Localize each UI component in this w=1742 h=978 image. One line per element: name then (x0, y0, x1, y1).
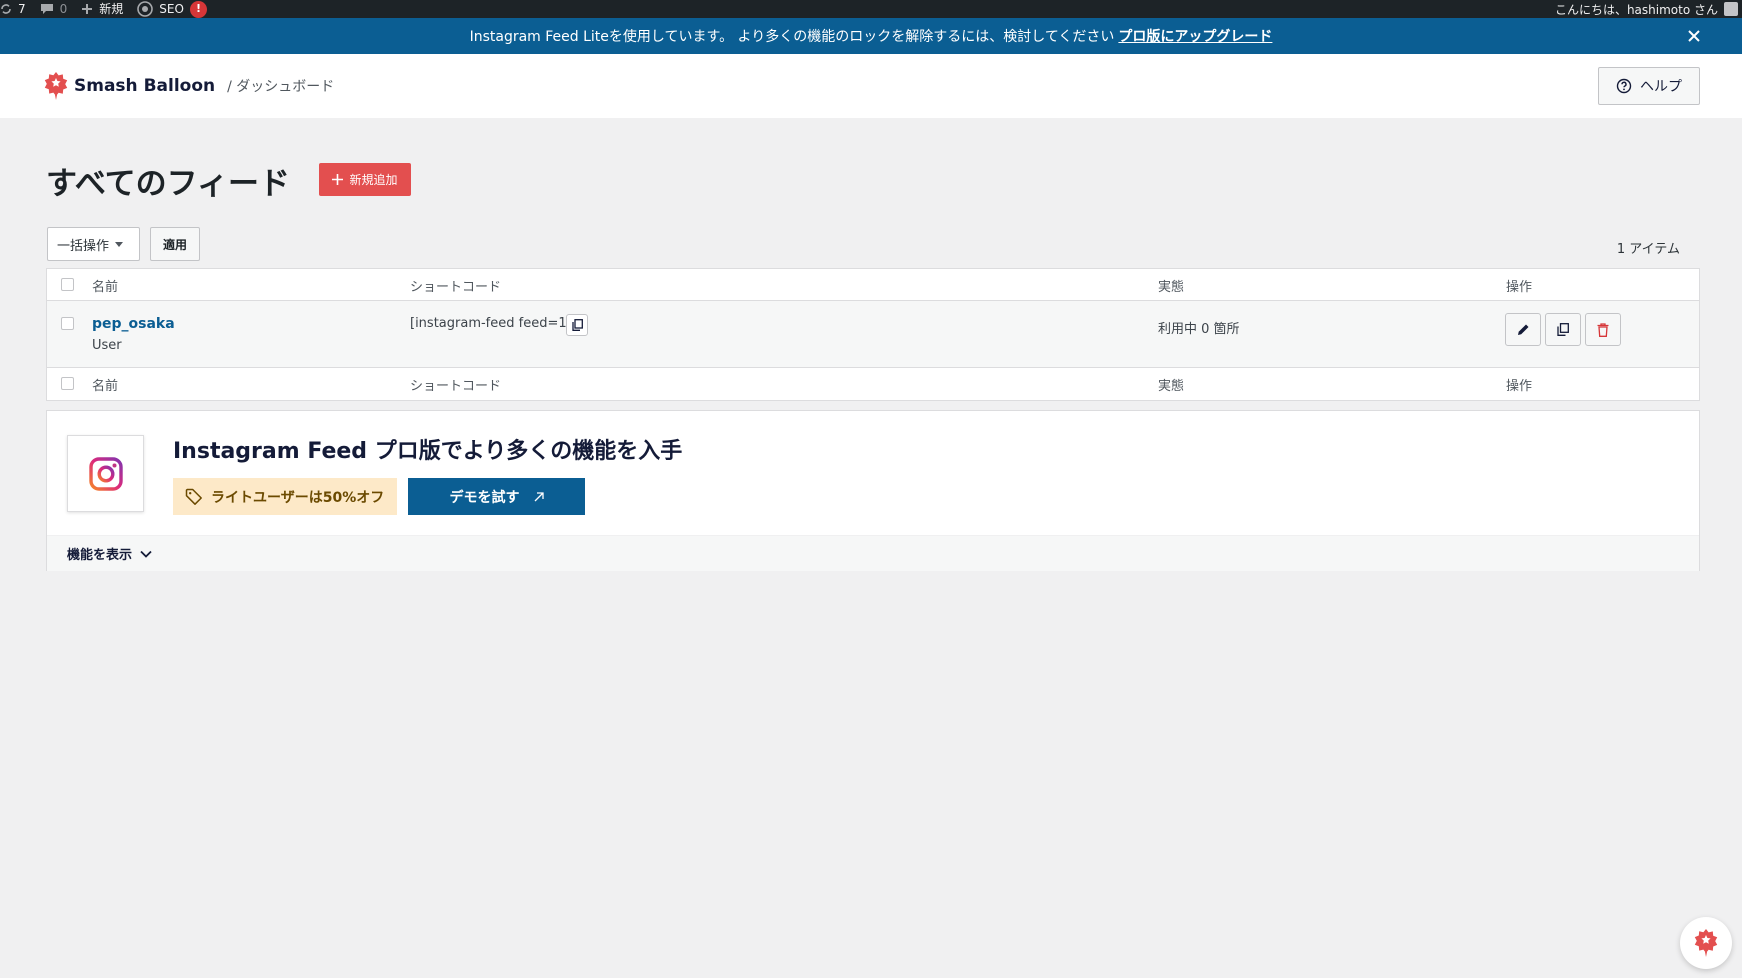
trash-icon (1597, 322, 1609, 337)
upgrade-link[interactable]: プロ版にアップグレード (1118, 26, 1272, 46)
column-header-actions: 操作 (1506, 280, 1533, 295)
show-features-toggle[interactable]: 機能を表示 (47, 535, 1699, 571)
update-icon (1, 4, 11, 14)
plus-icon (82, 4, 93, 14)
greeting-text[interactable]: こんにちは、hashimoto さん (1555, 1, 1718, 18)
smash-balloon-floating-button[interactable] (1680, 917, 1732, 969)
instagram-logo-box (67, 435, 144, 512)
page-title: すべてのフィード (46, 166, 290, 202)
delete-feed-button[interactable] (1585, 313, 1621, 346)
copy-icon (571, 319, 583, 331)
table-row: pep_osaka User [instagram-feed feed=1] 利… (47, 301, 1699, 368)
column-footer-actions: 操作 (1506, 379, 1533, 394)
feeds-table: 名前 ショートコード 実態 操作 pep_osaka User [instagr… (46, 268, 1700, 401)
column-footer-status: 実態 (1158, 379, 1185, 394)
column-header-name: 名前 (92, 280, 119, 295)
duplicate-icon (1557, 323, 1569, 336)
table-footer-row: 名前 ショートコード 実態 操作 (47, 368, 1699, 400)
row-checkbox[interactable] (61, 317, 74, 330)
help-button[interactable]: ヘルプ (1598, 67, 1700, 105)
table-header-row: 名前 ショートコード 実態 操作 (47, 269, 1699, 301)
feed-status: 利用中 0 箇所 (1158, 322, 1240, 337)
seo-gear-icon (137, 1, 154, 17)
external-arrow-icon (534, 491, 544, 501)
admin-bar: 7 0 新規 SEO ! こんにちは、hashimoto さん (0, 0, 1742, 18)
updates-item[interactable]: 7 (0, 0, 26, 18)
apply-button[interactable]: 適用 (150, 227, 200, 261)
upgrade-notice: Instagram Feed Liteを使用しています。 より多くの機能のロック… (0, 18, 1742, 54)
smash-balloon-logo-icon (1694, 929, 1718, 957)
select-all-checkbox-footer[interactable] (61, 377, 74, 390)
feed-type: User (92, 338, 122, 353)
seo-alert-badge: ! (189, 0, 207, 18)
comment-icon (40, 4, 53, 14)
column-header-status: 実態 (1158, 280, 1185, 295)
promo-title: Instagram Feed プロ版でより多くの機能を入手 (173, 439, 683, 464)
demo-label: デモを試す (449, 489, 520, 506)
caret-down-icon (115, 241, 124, 247)
brand-name: Smash Balloon (74, 76, 216, 96)
column-header-shortcode: ショートコード (410, 280, 502, 295)
bulk-select-label: 一括操作 (57, 238, 110, 254)
edit-feed-button[interactable] (1505, 313, 1541, 346)
comments-count: 0 (59, 2, 68, 16)
help-label: ヘルプ (1640, 79, 1682, 95)
close-icon (1688, 30, 1700, 42)
plus-icon (332, 174, 344, 185)
item-count: 1 アイテム (1616, 242, 1680, 257)
instagram-icon (88, 456, 123, 491)
column-footer-name: 名前 (92, 379, 119, 394)
feed-shortcode: [instagram-feed feed=1] (410, 316, 572, 331)
pro-upgrade-promo: Instagram Feed プロ版でより多くの機能を入手 ライトユーザーは50… (46, 410, 1700, 571)
duplicate-feed-button[interactable] (1545, 313, 1581, 346)
breadcrumb: / ダッシュボード (227, 79, 335, 95)
features-label: 機能を表示 (67, 548, 133, 563)
feed-name-link[interactable]: pep_osaka (92, 316, 175, 332)
copy-shortcode-button[interactable] (566, 314, 588, 336)
user-avatar[interactable] (1724, 2, 1738, 16)
pencil-icon (1517, 324, 1528, 335)
tag-icon (185, 488, 202, 505)
updates-count: 7 (18, 2, 26, 16)
add-new-button[interactable]: 新規追加 (319, 163, 411, 196)
select-all-checkbox[interactable] (61, 278, 74, 291)
bulk-action-select[interactable]: 一括操作 (47, 227, 140, 261)
try-demo-button[interactable]: デモを試す (408, 478, 585, 515)
comments-item[interactable]: 0 (40, 0, 68, 18)
seo-label: SEO (159, 2, 184, 16)
notice-text: Instagram Feed Liteを使用しています。 より多くの機能のロック… (469, 29, 1115, 45)
new-item[interactable]: 新規 (81, 0, 123, 18)
notice-close-button[interactable] (1684, 26, 1704, 46)
chevron-down-icon (140, 550, 152, 558)
seo-item[interactable]: SEO ! (137, 0, 207, 18)
add-new-label: 新規追加 (349, 173, 398, 187)
brand: Smash Balloon / ダッシュボード (44, 71, 334, 101)
question-icon (1616, 78, 1632, 94)
discount-label: ライトユーザーは50%オフ (211, 489, 385, 506)
smash-balloon-logo-icon (44, 72, 68, 100)
discount-badge: ライトユーザーは50%オフ (173, 478, 397, 515)
column-footer-shortcode: ショートコード (410, 379, 502, 394)
new-label: 新規 (99, 2, 124, 16)
plugin-header: Smash Balloon / ダッシュボード ヘルプ (0, 54, 1742, 118)
